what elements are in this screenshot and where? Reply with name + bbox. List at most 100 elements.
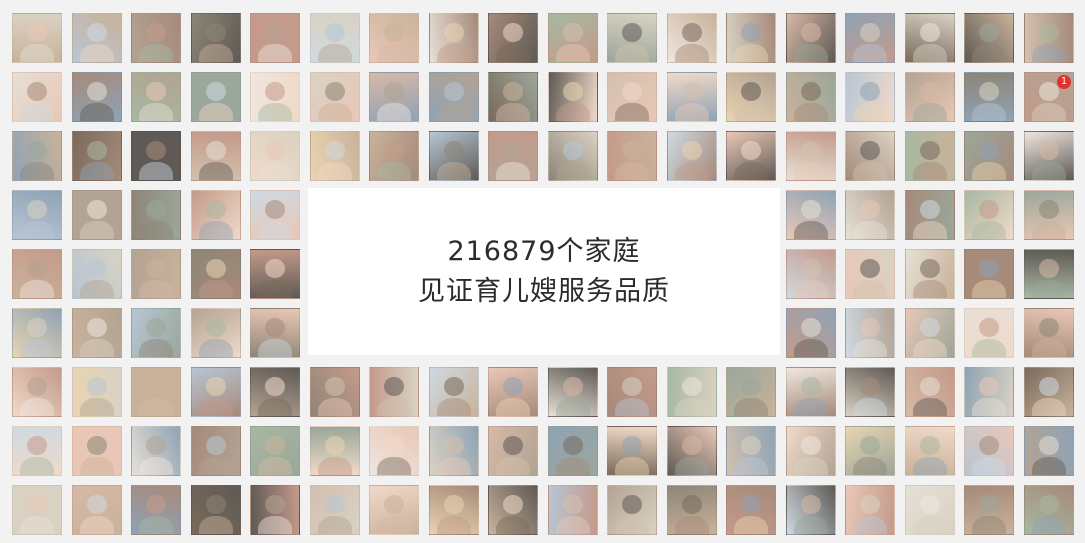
avatar-photo — [310, 426, 360, 476]
avatar-photo — [72, 249, 122, 299]
avatar-photo — [964, 249, 1014, 299]
avatar-photo — [250, 426, 300, 476]
avatar-photo — [1024, 308, 1074, 358]
avatar-photo — [191, 308, 241, 358]
avatar-photo — [667, 485, 717, 535]
avatar-photo — [964, 367, 1014, 417]
headline-panel: 216879个家庭 见证育儿嫂服务品质 — [308, 188, 780, 355]
avatar-photo — [488, 367, 538, 417]
avatar-photo — [488, 72, 538, 122]
avatar-photo — [667, 13, 717, 63]
avatar-photo — [369, 13, 419, 63]
avatar-photo — [845, 249, 895, 299]
avatar-photo — [250, 367, 300, 417]
avatar-photo — [905, 485, 955, 535]
avatar-photo — [429, 131, 479, 181]
avatar-photo — [1024, 249, 1074, 299]
avatar-photo — [905, 72, 955, 122]
avatar-photo — [548, 72, 598, 122]
avatar-photo — [667, 72, 717, 122]
avatar-photo — [845, 13, 895, 63]
avatar-photo — [131, 485, 181, 535]
avatar-photo — [548, 131, 598, 181]
avatar-photo — [964, 13, 1014, 63]
avatar-photo — [72, 308, 122, 358]
avatar-photo — [12, 131, 62, 181]
avatar-photo — [131, 249, 181, 299]
avatar-photo — [250, 190, 300, 240]
avatar-photo — [72, 190, 122, 240]
avatar-photo — [191, 426, 241, 476]
avatar-photo — [845, 190, 895, 240]
avatar-photo — [488, 485, 538, 535]
notification-badge: 1 — [1057, 75, 1071, 89]
avatar-photo — [786, 367, 836, 417]
avatar-photo — [250, 131, 300, 181]
avatar-photo — [131, 72, 181, 122]
avatar-photo — [786, 13, 836, 63]
avatar-photo — [310, 13, 360, 63]
avatar-photo — [667, 367, 717, 417]
avatar-photo — [845, 367, 895, 417]
avatar-photo — [905, 190, 955, 240]
avatar-photo — [131, 426, 181, 476]
avatar-photo — [12, 308, 62, 358]
avatar-photo — [845, 485, 895, 535]
avatar-photo — [191, 131, 241, 181]
avatar-photo — [667, 426, 717, 476]
avatar-photo — [12, 72, 62, 122]
avatar-photo — [786, 485, 836, 535]
avatar-photo — [607, 72, 657, 122]
avatar-photo — [250, 249, 300, 299]
avatar-photo — [845, 131, 895, 181]
avatar-photo — [250, 13, 300, 63]
avatar-photo — [72, 131, 122, 181]
avatar-photo — [786, 426, 836, 476]
avatar-photo — [488, 131, 538, 181]
avatar-photo — [786, 190, 836, 240]
avatar-photo — [964, 485, 1014, 535]
avatar-photo — [548, 13, 598, 63]
avatar-photo — [191, 485, 241, 535]
avatar-photo — [369, 485, 419, 535]
avatar-photo — [191, 190, 241, 240]
avatar-photo — [1024, 367, 1074, 417]
avatar-photo — [607, 367, 657, 417]
avatar-photo — [905, 308, 955, 358]
avatar-photo — [310, 367, 360, 417]
avatar-photo — [72, 426, 122, 476]
avatar-photo — [964, 72, 1014, 122]
avatar-photo — [607, 13, 657, 63]
avatar-photo — [12, 367, 62, 417]
avatar-photo — [607, 485, 657, 535]
avatar-photo — [548, 426, 598, 476]
avatar-photo — [786, 249, 836, 299]
avatar-photo — [1024, 485, 1074, 535]
avatar-photo — [72, 367, 122, 417]
avatar-photo — [905, 131, 955, 181]
avatar-photo — [429, 72, 479, 122]
avatar-photo — [1024, 426, 1074, 476]
avatar-photo — [72, 485, 122, 535]
avatar-photo — [191, 249, 241, 299]
avatar-photo — [964, 308, 1014, 358]
avatar-photo — [845, 308, 895, 358]
avatar-photo — [131, 308, 181, 358]
avatar-photo — [191, 72, 241, 122]
avatar-photo — [12, 485, 62, 535]
avatar-photo — [607, 426, 657, 476]
avatar-photo — [964, 426, 1014, 476]
avatar-photo — [1024, 190, 1074, 240]
avatar-photo — [369, 131, 419, 181]
avatar-photo — [548, 485, 598, 535]
avatar-photo — [131, 367, 181, 417]
avatar-photo — [786, 308, 836, 358]
avatar-photo — [488, 13, 538, 63]
avatar-photo — [191, 13, 241, 63]
avatar-photo — [72, 72, 122, 122]
avatar-photo — [1024, 13, 1074, 63]
avatar-photo — [429, 13, 479, 63]
avatar-photo — [310, 72, 360, 122]
avatar-photo — [905, 367, 955, 417]
avatar-photo — [72, 13, 122, 63]
